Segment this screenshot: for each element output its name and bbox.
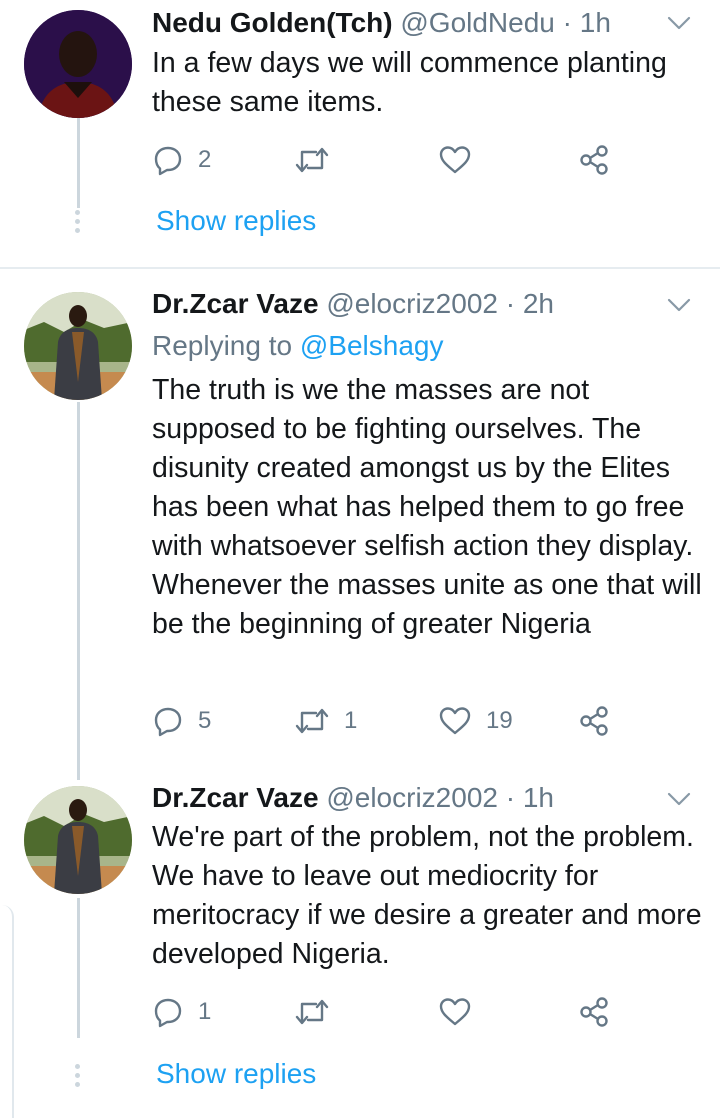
like-button[interactable]	[438, 992, 486, 1032]
share-button[interactable]	[578, 701, 610, 741]
timestamp[interactable]: 1h	[580, 7, 611, 38]
user-handle[interactable]: @GoldNedu	[400, 7, 555, 38]
like-button[interactable]: 19	[438, 701, 513, 741]
tweet-1[interactable]: Nedu Golden(Tch) @GoldNedu · 1h In a few…	[0, 0, 720, 268]
divider	[0, 267, 720, 269]
replying-to-mention[interactable]: @Belshagy	[300, 330, 444, 361]
thread-dots	[74, 210, 82, 237]
chevron-down-icon[interactable]	[666, 786, 692, 812]
tweet-actions: 2	[152, 140, 622, 180]
heart-icon	[438, 705, 472, 737]
retweet-button[interactable]: 1	[294, 701, 357, 741]
thread-dots	[74, 1064, 82, 1091]
tweet-text: The truth is we the masses are not suppo…	[152, 374, 702, 640]
reply-count: 2	[198, 146, 212, 173]
tweet-text: We're part of the problem, not the probl…	[152, 821, 702, 970]
user-handle[interactable]: @elocriz2002	[326, 288, 498, 319]
separator-dot: ·	[562, 7, 572, 38]
tweet-actions: 1	[152, 992, 622, 1032]
share-icon	[578, 996, 610, 1028]
user-handle[interactable]: @elocriz2002	[326, 782, 498, 813]
share-icon	[578, 144, 610, 176]
separator-dot: ·	[505, 782, 516, 813]
reply-icon	[152, 996, 184, 1028]
reply-count: 5	[198, 707, 212, 734]
tweet-header: Nedu Golden(Tch) @GoldNedu · 1h	[152, 6, 611, 40]
tweet-text: In a few days we will commence planting …	[152, 47, 667, 118]
separator-dot: ·	[505, 288, 516, 319]
timestamp[interactable]: 1h	[523, 782, 554, 813]
retweet-count: 1	[344, 707, 358, 734]
show-replies-link[interactable]: Show replies	[156, 205, 316, 237]
retweet-icon	[294, 996, 330, 1028]
tweet-header: Dr.Zcar Vaze @elocriz2002 · 2h	[152, 287, 554, 321]
reply-icon	[152, 705, 184, 737]
replying-to: Replying to @Belshagy	[152, 329, 443, 363]
display-name[interactable]: Nedu Golden(Tch)	[152, 7, 393, 38]
reply-button[interactable]: 5	[152, 701, 211, 741]
heart-icon	[438, 144, 472, 176]
thread-line	[77, 402, 80, 780]
like-button[interactable]	[438, 140, 486, 180]
share-icon	[578, 705, 610, 737]
replying-to-label: Replying to	[152, 330, 293, 361]
chevron-down-icon[interactable]	[666, 10, 692, 36]
timestamp[interactable]: 2h	[523, 288, 554, 319]
reply-button[interactable]: 1	[152, 992, 211, 1032]
reply-button[interactable]: 2	[152, 140, 211, 180]
share-button[interactable]	[578, 140, 610, 180]
display-name[interactable]: Dr.Zcar Vaze	[152, 288, 319, 319]
avatar[interactable]	[24, 786, 132, 894]
tweet-2[interactable]: Dr.Zcar Vaze @elocriz2002 · 2h Replying …	[0, 270, 720, 780]
chevron-down-icon[interactable]	[666, 292, 692, 318]
reply-icon	[152, 144, 184, 176]
retweet-icon	[294, 144, 330, 176]
show-replies-link[interactable]: Show replies	[156, 1058, 316, 1090]
scroll-edge	[0, 905, 14, 1118]
avatar[interactable]	[24, 10, 132, 118]
retweet-button[interactable]	[294, 992, 344, 1032]
heart-icon	[438, 996, 472, 1028]
tweet-header: Dr.Zcar Vaze @elocriz2002 · 1h	[152, 781, 554, 815]
thread-line	[77, 118, 80, 208]
tweet-3[interactable]: Dr.Zcar Vaze @elocriz2002 · 1h We're par…	[0, 780, 720, 1118]
reply-count: 1	[198, 998, 212, 1025]
tweet-actions: 5 1 19	[152, 701, 622, 741]
retweet-icon	[294, 705, 330, 737]
retweet-button[interactable]	[294, 140, 344, 180]
share-button[interactable]	[578, 992, 610, 1032]
like-count: 19	[486, 707, 513, 734]
display-name[interactable]: Dr.Zcar Vaze	[152, 782, 319, 813]
avatar[interactable]	[24, 292, 132, 400]
thread-line	[77, 898, 80, 1038]
